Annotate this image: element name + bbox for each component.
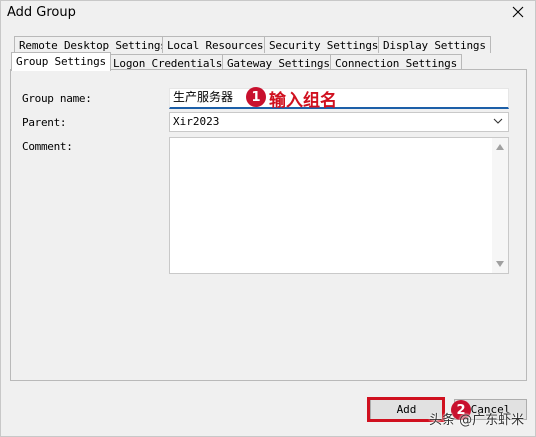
tab-display-settings[interactable]: Display Settings	[378, 36, 491, 53]
close-icon	[512, 6, 524, 18]
parent-value: Xir2023	[173, 115, 220, 128]
scroll-down-icon[interactable]	[496, 261, 504, 267]
title-bar: Add Group	[1, 1, 535, 25]
add-group-dialog: Add Group Remote Desktop Settings Local …	[0, 0, 536, 437]
step1-annotation: 输入组名	[269, 91, 337, 111]
group-name-label: Group name:	[22, 92, 92, 105]
comment-textarea[interactable]	[169, 137, 509, 274]
group-name-value: 生产服务器	[173, 90, 234, 104]
step1-badge: 1	[246, 87, 266, 107]
parent-select[interactable]: Xir2023	[169, 112, 509, 132]
window-title: Add Group	[7, 5, 76, 20]
scroll-up-icon[interactable]	[496, 144, 504, 150]
parent-label: Parent:	[22, 116, 67, 129]
watermark-text: 头条 @广东虾米	[429, 413, 525, 428]
tab-group-settings[interactable]: Group Settings	[11, 52, 111, 71]
comment-scrollbar[interactable]	[492, 138, 508, 273]
chevron-down-icon	[493, 118, 503, 124]
close-button[interactable]	[507, 2, 529, 22]
group-settings-panel: Group name: 生产服务器 Parent: Xir2023 Commen…	[10, 69, 527, 381]
comment-label: Comment:	[22, 140, 73, 153]
tab-remote-desktop-settings[interactable]: Remote Desktop Settings	[14, 36, 172, 53]
group-name-field[interactable]: 生产服务器	[169, 88, 509, 109]
tab-local-resources[interactable]: Local Resources	[162, 36, 269, 53]
tab-security-settings[interactable]: Security Settings	[264, 36, 384, 53]
